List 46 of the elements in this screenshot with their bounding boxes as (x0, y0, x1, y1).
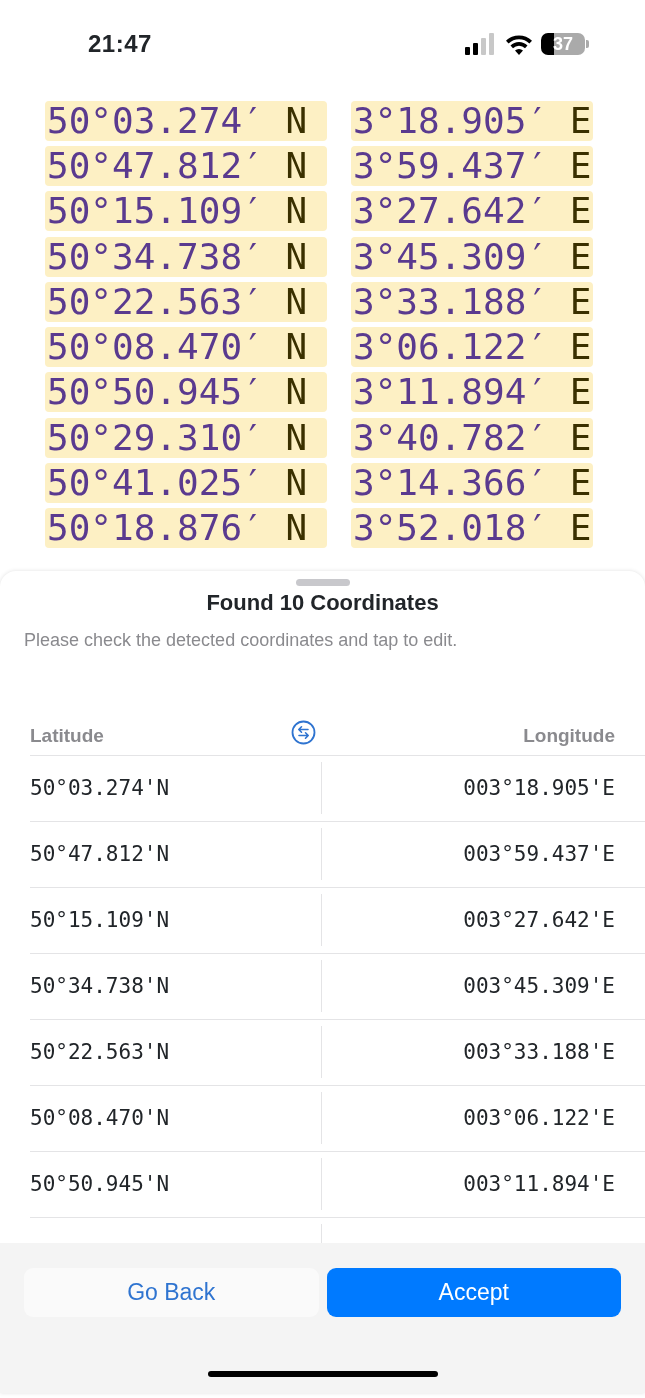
signal-icon (465, 33, 497, 55)
status-time: 21:47 (88, 29, 152, 59)
column-header: Longitude (523, 723, 615, 748)
highlighted-text: 3°52.018′ E (351, 508, 594, 549)
column-header: Latitude (30, 723, 104, 748)
highlighted-text: 50°41.025′ N (45, 463, 327, 503)
highlighted-text: 3°27.642′ E (351, 191, 594, 232)
table-cell[interactable]: 50°34.738'N (30, 970, 170, 1003)
table-cell[interactable]: 50°47.812'N (30, 838, 170, 871)
table-cell[interactable]: 003°45.309'E (463, 973, 615, 998)
highlighted-text: 50°18.876′ N (45, 508, 327, 549)
highlighted-text: 50°50.945′ N (45, 372, 327, 413)
accept-button[interactable]: Accept (326, 1267, 621, 1317)
sheet-subtitle: Please check the detected coordinates and tap to edit. (24, 628, 459, 652)
home-indicator[interactable] (207, 1370, 438, 1377)
highlighted-text: 50°34.738′ N (45, 236, 327, 277)
table-cell[interactable]: 003°59.437'E (463, 841, 615, 866)
back-button[interactable]: Go Back (24, 1267, 319, 1317)
highlighted-text: 3°40.782′ E (351, 417, 594, 458)
highlighted-text: 3°11.894′ E (351, 372, 594, 413)
table-cell[interactable]: 50°15.109'N (30, 904, 170, 937)
highlighted-text: 50°03.274′ N (45, 100, 327, 141)
highlighted-text: 50°22.563′ N (45, 281, 327, 322)
highlighted-text: 3°06.122′ E (351, 327, 594, 368)
table-cell[interactable]: 50°03.274'N (30, 772, 170, 805)
table-cell[interactable]: 50°22.563'N (30, 1036, 170, 1069)
table-cell[interactable]: 50°50.945'N (30, 1168, 170, 1201)
highlighted-text: 3°33.188′ E (351, 281, 594, 322)
table-cell[interactable]: 003°18.905'E (463, 775, 615, 800)
highlighted-text: 50°15.109′ N (45, 191, 327, 232)
table-cell[interactable]: 003°33.188'E (463, 1039, 615, 1064)
wifi-icon (505, 33, 533, 55)
highlighted-text: 3°45.309′ E (351, 236, 594, 277)
table-cell[interactable]: 003°11.894'E (463, 1171, 615, 1196)
highlighted-text: 3°18.905′ E (351, 100, 594, 141)
highlighted-text: 50°08.470′ N (45, 327, 327, 368)
table-cell[interactable]: 50°08.470'N (30, 1102, 170, 1135)
table-cell[interactable]: 003°27.642'E (463, 907, 615, 932)
highlighted-text: 50°29.310′ N (45, 417, 327, 458)
grab-handle[interactable] (295, 578, 350, 586)
sheet-title: Found 10 Coordinates (206, 589, 439, 615)
highlighted-text: 50°47.812′ N (45, 145, 327, 186)
highlighted-text: 3°14.366′ E (351, 463, 594, 503)
table-cell[interactable]: 003°06.122'E (463, 1105, 615, 1130)
swap-icon[interactable] (291, 719, 317, 745)
highlighted-text: 3°59.437′ E (351, 145, 594, 186)
